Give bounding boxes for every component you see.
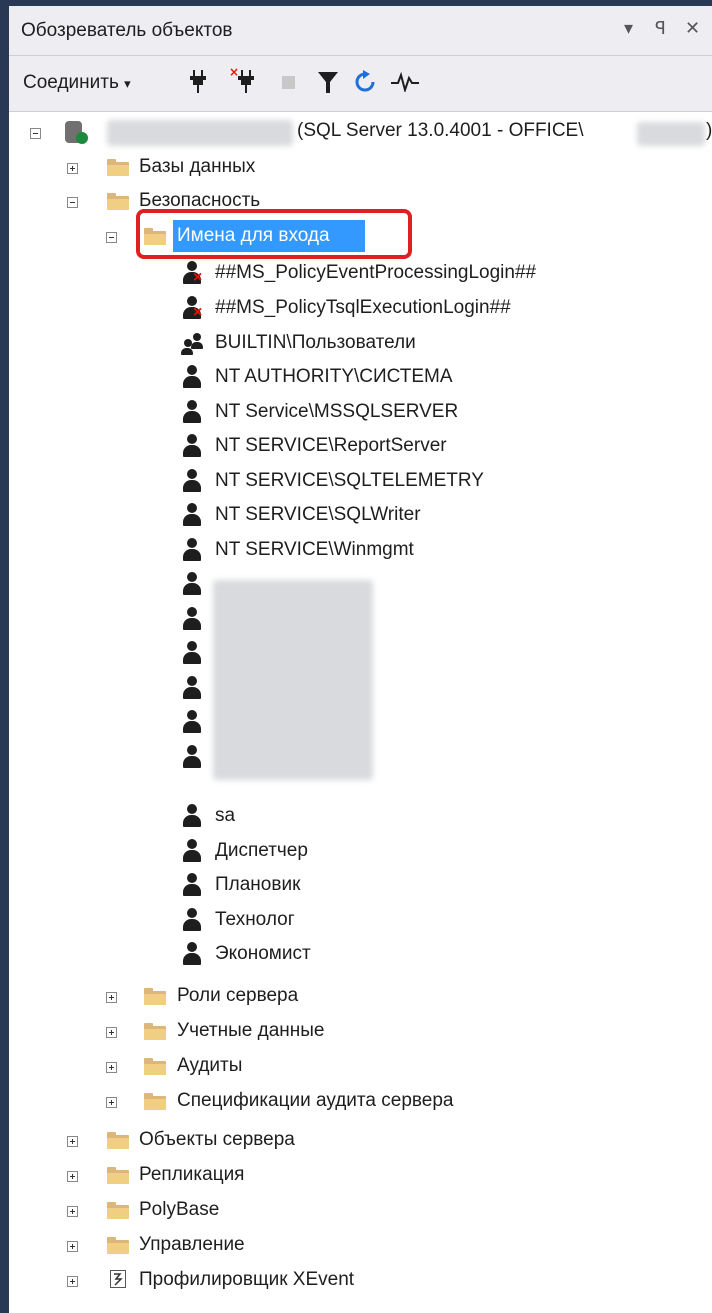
tree-item-xevent-profiler[interactable]: Профилировщик XEvent xyxy=(139,1269,354,1291)
login-item[interactable]: BUILTIN\Пользователи xyxy=(215,332,416,354)
group-icon xyxy=(181,333,205,357)
login-item[interactable]: ##MS_PolicyEventProcessingLogin## xyxy=(215,262,536,284)
user-icon xyxy=(181,745,203,769)
user-icon xyxy=(181,469,203,493)
expand-polybase-icon[interactable] xyxy=(67,1206,78,1217)
tree-item-credentials[interactable]: Учетные данные xyxy=(177,1020,324,1042)
tree-item-polybase[interactable]: PolyBase xyxy=(139,1199,219,1221)
tree-item-replication[interactable]: Репликация xyxy=(139,1164,244,1186)
folder-icon xyxy=(144,1023,166,1040)
tree-item-server-roles[interactable]: Роли сервера xyxy=(177,985,298,1007)
server-node-suffix: ) xyxy=(706,120,712,141)
user-icon xyxy=(181,400,203,424)
folder-icon xyxy=(107,159,129,176)
tree-item-audits[interactable]: Аудиты xyxy=(177,1055,242,1077)
expand-replication-icon[interactable] xyxy=(67,1171,78,1182)
expand-server-objects-icon[interactable] xyxy=(67,1136,78,1147)
collapse-server-icon[interactable] xyxy=(30,128,41,139)
expand-audit-specs-icon[interactable] xyxy=(106,1097,117,1108)
login-item[interactable]: NT SERVICE\Winmgmt xyxy=(215,539,414,561)
redacted-user-name xyxy=(637,122,705,146)
login-item[interactable]: NT SERVICE\SQLWriter xyxy=(215,504,421,526)
object-explorer-titlebar: Обозреватель объектов ▾ ꟼ ✕ xyxy=(9,6,712,56)
folder-icon xyxy=(107,1167,129,1184)
tree-item-databases[interactable]: Базы данных xyxy=(139,156,255,178)
connect-label: Соединить xyxy=(23,72,119,93)
xevent-profiler-icon xyxy=(110,1270,126,1288)
connect-plug-icon[interactable] xyxy=(189,70,207,94)
folder-icon xyxy=(107,193,129,210)
folder-icon xyxy=(144,1058,166,1075)
tree-item-server-objects[interactable]: Объекты сервера xyxy=(139,1129,295,1151)
collapse-security-icon[interactable] xyxy=(67,197,78,208)
server-connected-icon xyxy=(65,121,89,145)
expand-xevent-profiler-icon[interactable] xyxy=(67,1276,78,1287)
refresh-icon[interactable] xyxy=(354,70,376,94)
user-icon xyxy=(181,710,203,734)
login-item[interactable]: NT SERVICE\SQLTELEMETRY xyxy=(215,470,484,492)
user-icon xyxy=(181,641,203,665)
redacted-server-name xyxy=(107,120,293,146)
object-explorer-toolbar: Соединить ▾ × xyxy=(9,56,712,112)
tree-item-logins[interactable]: Имена для входа xyxy=(177,225,330,247)
server-node-label[interactable]: (SQL Server 13.0.4001 - OFFICE\ xyxy=(297,120,584,142)
login-item[interactable]: Диспетчер xyxy=(215,840,308,862)
user-icon xyxy=(181,607,203,631)
folder-icon xyxy=(107,1202,129,1219)
svg-text:×: × xyxy=(229,66,239,79)
folder-icon xyxy=(144,1093,166,1110)
activity-monitor-icon[interactable] xyxy=(391,72,419,92)
user-icon xyxy=(181,572,203,596)
folder-icon xyxy=(144,988,166,1005)
expand-audits-icon[interactable] xyxy=(106,1062,117,1073)
window-title: Обозреватель объектов xyxy=(21,20,233,41)
expand-management-icon[interactable] xyxy=(67,1241,78,1252)
user-disabled-icon: × xyxy=(181,261,203,286)
close-icon[interactable]: ✕ xyxy=(685,18,700,39)
login-item[interactable]: NT Service\MSSQLSERVER xyxy=(215,401,458,423)
login-item[interactable]: Плановик xyxy=(215,874,300,896)
user-disabled-icon: × xyxy=(181,296,203,321)
user-icon xyxy=(181,365,203,389)
disconnect-plug-icon[interactable]: × xyxy=(229,66,255,94)
collapse-logins-icon[interactable] xyxy=(106,232,117,243)
folder-icon xyxy=(107,1132,129,1149)
login-item[interactable]: NT AUTHORITY\СИСТЕМА xyxy=(215,366,453,388)
login-item[interactable]: ##MS_PolicyTsqlExecutionLogin## xyxy=(215,297,511,319)
user-icon xyxy=(181,839,203,863)
filter-icon[interactable] xyxy=(318,72,338,94)
connect-button[interactable]: Соединить ▾ xyxy=(23,72,131,94)
user-icon xyxy=(181,676,203,700)
folder-icon xyxy=(107,1237,129,1254)
expand-databases-icon[interactable] xyxy=(67,163,78,174)
login-item[interactable]: Экономист xyxy=(215,943,311,965)
folder-icon xyxy=(144,228,166,245)
dropdown-arrow-icon[interactable]: ▾ xyxy=(624,18,633,39)
user-icon xyxy=(181,908,203,932)
user-icon xyxy=(181,942,203,966)
user-icon xyxy=(181,538,203,562)
login-item[interactable]: sa xyxy=(215,805,235,827)
object-explorer-tree: (SQL Server 13.0.4001 - OFFICE\ ) Базы д… xyxy=(9,112,712,1313)
stop-icon[interactable] xyxy=(282,76,295,89)
user-icon xyxy=(181,873,203,897)
login-item[interactable]: Технолог xyxy=(215,909,295,931)
user-icon xyxy=(181,503,203,527)
user-icon xyxy=(181,434,203,458)
expand-server-roles-icon[interactable] xyxy=(106,992,117,1003)
redacted-login-names xyxy=(213,580,373,780)
tree-item-server-audit-specs[interactable]: Спецификации аудита сервера xyxy=(177,1090,453,1112)
login-item[interactable]: NT SERVICE\ReportServer xyxy=(215,435,447,457)
user-icon xyxy=(181,804,203,828)
expand-credentials-icon[interactable] xyxy=(106,1027,117,1038)
tree-item-management[interactable]: Управление xyxy=(139,1234,245,1256)
connect-dropdown-icon: ▾ xyxy=(124,76,131,91)
pin-icon[interactable]: ꟼ xyxy=(655,18,666,39)
